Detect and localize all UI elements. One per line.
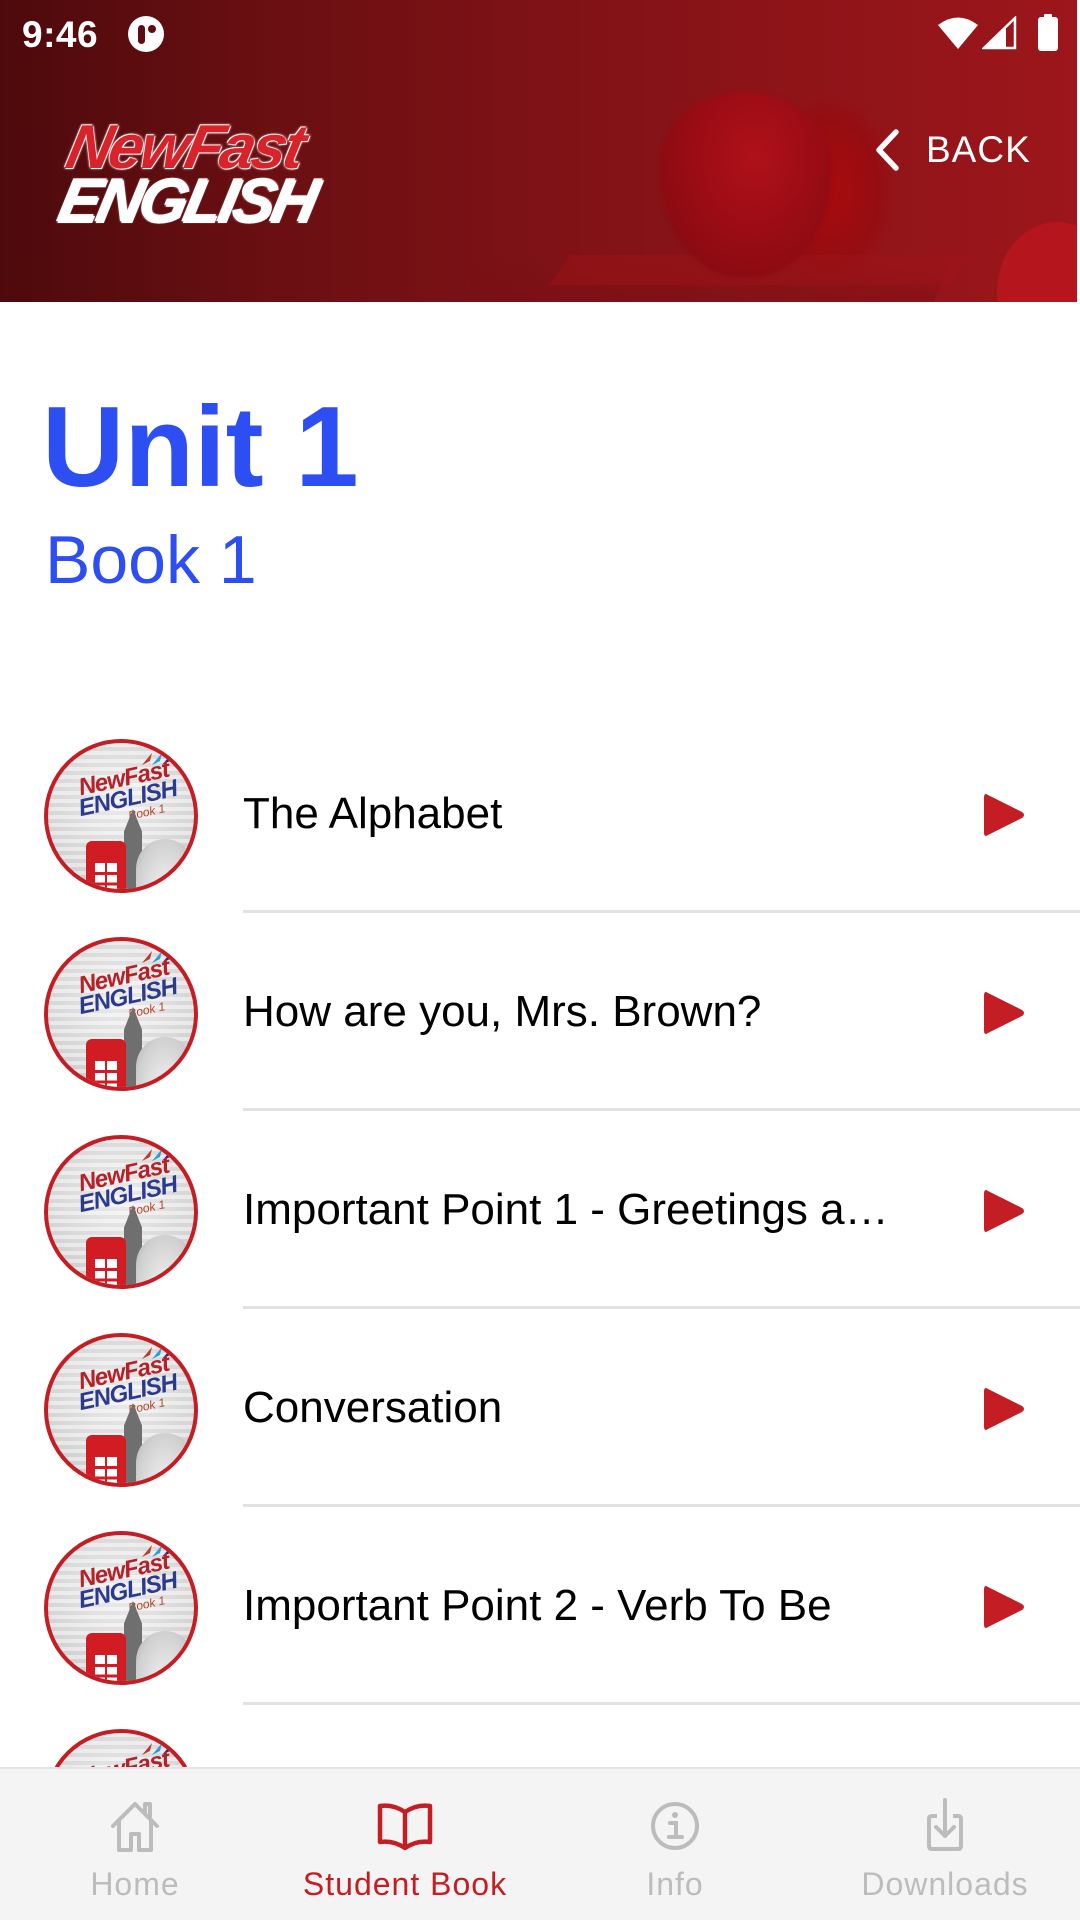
- nav-label-student-book: Student Book: [302, 1866, 508, 1902]
- cellular-signal-icon: [982, 16, 1017, 50]
- download-icon: [927, 1798, 963, 1851]
- lesson-title: Important Point 1 - Greetings and Introd…: [243, 1185, 913, 1234]
- wifi-icon: [938, 17, 978, 49]
- lesson-thumbnail: NewFast ENGLISH Book 1: [44, 1531, 198, 1685]
- nav-label-home: Home: [90, 1866, 180, 1902]
- thumbnail-phone-booth-graphic: [86, 1435, 126, 1483]
- lesson-row-2[interactable]: NewFast ENGLISH Book 1 How are you, Mrs.…: [0, 913, 1080, 1111]
- thumbnail-dome-graphic: [136, 1235, 194, 1285]
- lesson-row-4[interactable]: NewFast ENGLISH Book 1 Conversation: [0, 1309, 1080, 1507]
- lesson-title: How are you, Mrs. Brown?: [243, 987, 762, 1036]
- battery-icon: [1038, 14, 1058, 51]
- lesson-title: The Alphabet: [243, 789, 503, 838]
- lesson-row-1[interactable]: NewFast ENGLISH Book 1 The Alphabet: [0, 715, 1080, 913]
- play-icon[interactable]: [980, 1185, 1028, 1237]
- thumbnail-dome-graphic: [136, 839, 194, 889]
- lesson-thumbnail: NewFast ENGLISH Book 1: [44, 1135, 198, 1289]
- logo-line-english: ENGLISH: [52, 167, 322, 236]
- nav-item-home[interactable]: Home: [0, 1769, 270, 1920]
- back-label: BACK: [926, 129, 1031, 170]
- chevron-left-icon: [876, 129, 899, 171]
- newfast-english-logo: NewFast ENGLISH: [52, 108, 352, 238]
- lesson-thumbnail: NewFast ENGLISH Book 1: [44, 739, 198, 893]
- play-icon[interactable]: [980, 987, 1028, 1039]
- bottom-navigation: Home Student Book Info Downloads: [0, 1767, 1080, 1920]
- book-icon: [377, 1803, 433, 1851]
- book-subtitle: Book 1: [45, 522, 257, 598]
- lesson-title: Conversation: [243, 1383, 503, 1432]
- home-icon: [111, 1802, 159, 1852]
- play-icon[interactable]: [980, 1383, 1028, 1435]
- play-icon[interactable]: [980, 789, 1028, 841]
- nav-label-info: Info: [646, 1866, 704, 1902]
- header-background-apple: [660, 92, 832, 277]
- play-icon[interactable]: [980, 1581, 1028, 1633]
- lesson-row-3[interactable]: NewFast ENGLISH Book 1 Important Point 1…: [0, 1111, 1080, 1309]
- status-bar: 9:46: [0, 0, 1077, 66]
- lesson-thumbnail: NewFast ENGLISH Book 1: [44, 937, 198, 1091]
- back-button[interactable]: BACK: [872, 122, 1052, 178]
- unit-title: Unit 1: [42, 384, 359, 511]
- nav-item-info[interactable]: Info: [540, 1769, 810, 1920]
- info-icon: [651, 1802, 699, 1850]
- app-header: 9:46 NewFast ENGLISH BACK: [0, 0, 1077, 302]
- header-corner-decoration: [997, 222, 1077, 302]
- status-time: 9:46: [22, 14, 99, 55]
- notification-app-icon: [128, 16, 164, 52]
- thumbnail-phone-booth-graphic: [86, 1237, 126, 1285]
- thumbnail-phone-booth-graphic: [86, 1633, 126, 1681]
- lesson-row-5[interactable]: NewFast ENGLISH Book 1 Important Point 2…: [0, 1507, 1080, 1705]
- lesson-title: Important Point 2 - Verb To Be: [243, 1581, 832, 1630]
- thumbnail-dome-graphic: [136, 1037, 194, 1087]
- nav-item-downloads[interactable]: Downloads: [810, 1769, 1080, 1920]
- nav-item-student-book[interactable]: Student Book: [270, 1769, 540, 1920]
- thumbnail-phone-booth-graphic: [86, 1039, 126, 1087]
- nav-label-downloads: Downloads: [861, 1866, 1029, 1902]
- thumbnail-dome-graphic: [136, 1631, 194, 1681]
- thumbnail-phone-booth-graphic: [86, 841, 126, 889]
- thumbnail-dome-graphic: [136, 1433, 194, 1483]
- lesson-list: NewFast ENGLISH Book 1 The Alphabet NewF…: [0, 715, 1080, 1903]
- lesson-thumbnail: NewFast ENGLISH Book 1: [44, 1333, 198, 1487]
